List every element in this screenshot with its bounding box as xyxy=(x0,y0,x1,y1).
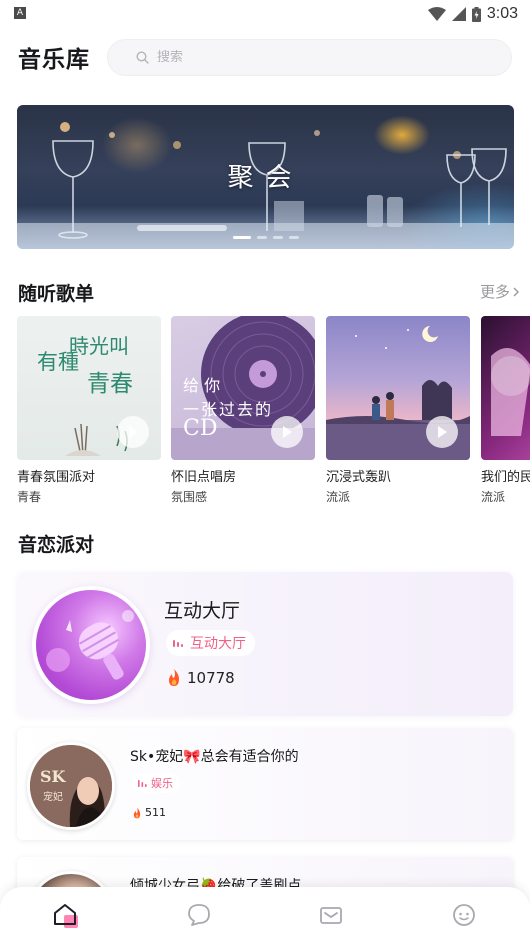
chevron-right-icon xyxy=(513,287,519,296)
playlist-card[interactable]: 沉浸式轰趴 流派 xyxy=(326,316,470,505)
avatar-text: 宠妃 xyxy=(43,792,63,803)
home-icon xyxy=(54,903,79,928)
play-icon xyxy=(283,426,292,438)
playlist-tag: 青春 xyxy=(17,490,42,504)
profile-icon xyxy=(452,903,475,926)
mail-icon xyxy=(320,906,343,924)
cover-text: 有種 xyxy=(37,350,79,374)
room-popularity: 511 xyxy=(132,806,166,819)
banner-title: 聚会 xyxy=(227,163,304,193)
playlist-carousel[interactable]: 時光叫 有種 青春 青春氛围派对 青春 给 你 一张过去的 CD 怀旧点唱房 氛… xyxy=(17,316,530,506)
nav-messages[interactable] xyxy=(133,887,266,942)
banner-dot xyxy=(232,236,251,239)
featured-room-name: 互动大厅 xyxy=(164,600,241,622)
playlist-name: 怀旧点唱房 xyxy=(171,470,237,485)
microphone-art xyxy=(36,590,146,700)
room-category-badge: 娱乐 xyxy=(132,773,180,793)
microphone-icon xyxy=(46,610,134,680)
battery-icon xyxy=(471,6,481,22)
avatar-text: SK xyxy=(40,767,66,786)
notification-icon: A xyxy=(14,7,26,19)
banner-dot xyxy=(272,236,283,239)
search-icon xyxy=(136,51,149,64)
room-category-label: 互动大厅 xyxy=(190,636,246,652)
sound-wave-icon xyxy=(138,780,147,787)
playlist-name: 我们的民 xyxy=(481,470,530,485)
room-title: Sk•宠妃🎀总会有适合你的 xyxy=(130,749,299,765)
party-section-title: 音恋派对 xyxy=(18,534,95,556)
room-category-badge: 互动大厅 xyxy=(166,630,255,656)
fire-icon xyxy=(133,807,141,818)
sound-wave-icon xyxy=(173,640,183,647)
nav-mail[interactable] xyxy=(265,887,398,942)
status-bar: A 3:03 xyxy=(0,0,530,28)
wifi-icon xyxy=(427,7,446,21)
playlist-cover: 给 你 一张过去的 CD xyxy=(171,316,315,460)
popularity-count: 511 xyxy=(145,806,166,819)
nav-profile[interactable] xyxy=(398,887,530,942)
playlist-card[interactable]: 给 你 一张过去的 CD 怀旧点唱房 氛围感 xyxy=(171,316,315,505)
playlist-cover xyxy=(481,316,530,460)
banner-pagination xyxy=(17,236,514,239)
nav-home[interactable] xyxy=(0,887,133,942)
fire-icon xyxy=(169,669,179,686)
playlist-tag: 流派 xyxy=(481,490,506,504)
playlist-tag: 流派 xyxy=(326,490,351,504)
play-button[interactable] xyxy=(271,416,303,448)
host-photo: SK 宠妃 xyxy=(30,745,112,827)
playlist-name: 沉浸式轰趴 xyxy=(326,470,392,485)
playlist-name: 青春氛围派对 xyxy=(17,470,96,485)
popularity-count: 10778 xyxy=(187,668,235,687)
play-icon xyxy=(129,426,138,438)
room-category-label: 娱乐 xyxy=(151,777,173,790)
cover-text: 青春 xyxy=(87,371,133,397)
status-time: 3:03 xyxy=(486,5,518,22)
room-card[interactable]: SK 宠妃 Sk•宠妃🎀总会有适合你的 娱乐 511 xyxy=(17,728,513,840)
status-right: 3:03 xyxy=(427,4,518,24)
bottom-nav xyxy=(0,887,530,942)
play-button[interactable] xyxy=(117,416,149,448)
room-popularity: 10778 xyxy=(166,668,235,687)
banner-dot xyxy=(256,236,267,239)
cover-text: CD xyxy=(183,416,218,441)
cover-art xyxy=(491,348,530,436)
signal-icon xyxy=(451,7,466,21)
featured-room-avatar xyxy=(32,586,150,704)
playlist-cover xyxy=(326,316,470,460)
more-link[interactable]: 更多 xyxy=(480,281,520,302)
play-icon xyxy=(438,426,447,438)
room-avatar: SK 宠妃 xyxy=(27,742,115,830)
page-title: 音乐库 xyxy=(18,47,90,73)
cover-text: 给 你 xyxy=(183,376,221,395)
banner[interactable]: 聚会 xyxy=(17,105,514,249)
playlist-card[interactable]: 時光叫 有種 青春 青春氛围派对 青春 xyxy=(17,316,161,505)
playlist-card[interactable]: 我们的民 流派 xyxy=(481,316,530,505)
search-input[interactable] xyxy=(157,50,457,65)
playlist-cover: 時光叫 有種 青春 xyxy=(17,316,161,460)
playlist-tag: 氛围感 xyxy=(171,490,208,504)
more-label: 更多 xyxy=(479,283,510,301)
play-button[interactable] xyxy=(426,416,458,448)
banner-dot xyxy=(288,236,299,239)
host-portrait xyxy=(30,745,112,827)
message-icon xyxy=(187,903,210,926)
playlists-section-title: 随听歌单 xyxy=(18,283,95,305)
featured-room-card[interactable]: 互动大厅 互动大厅 10778 xyxy=(17,572,513,716)
search-box[interactable] xyxy=(107,39,512,76)
